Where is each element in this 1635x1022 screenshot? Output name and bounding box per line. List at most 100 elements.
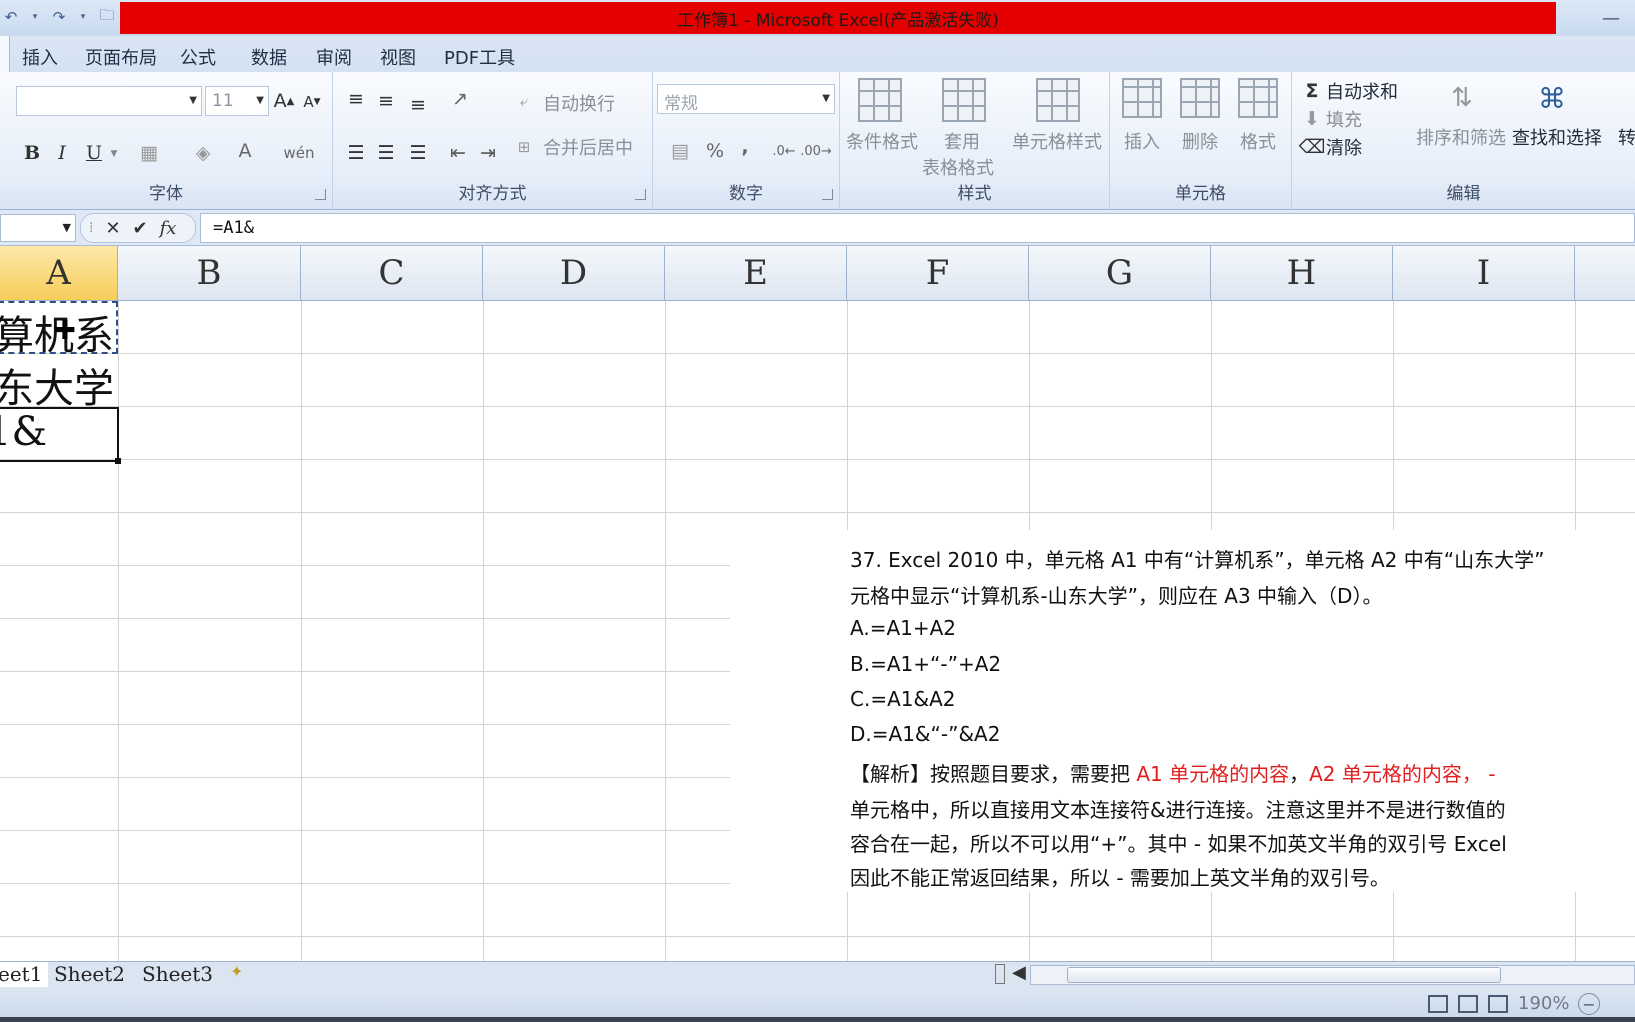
sheet-tab-2[interactable]: Sheet2	[48, 962, 131, 987]
number-group: 常规 ▼ ▤ % , .0← .00→ 数字	[653, 72, 840, 210]
decrease-indent-icon[interactable]: ⇤	[445, 138, 471, 168]
tab-home-edge[interactable]	[0, 36, 10, 74]
undo-icon[interactable]: ↶	[0, 6, 22, 28]
open-folder-icon[interactable]: 🗀	[96, 6, 118, 28]
convert-button[interactable]: 转	[1618, 124, 1635, 150]
redo-icon[interactable]: ↷	[48, 6, 70, 28]
increase-indent-icon[interactable]: ⇥	[475, 138, 501, 168]
name-box-dropdown-icon[interactable]: ▼	[63, 221, 71, 234]
enter-icon[interactable]: ✔	[133, 218, 148, 239]
horizontal-scroll-thumb[interactable]	[1067, 967, 1501, 983]
cell-a2[interactable]: 东大学	[0, 356, 114, 414]
column-header-j[interactable]	[1575, 246, 1635, 301]
tab-view[interactable]: 视图	[380, 44, 416, 70]
sort-filter-button[interactable]: 排序和筛选	[1416, 124, 1506, 150]
quick-access-toolbar: ↶ ▾ ↷ ▾ 🗀 ▾	[0, 4, 138, 30]
font-dialog-launcher-icon[interactable]	[315, 189, 326, 200]
format-as-table-button-line1[interactable]: 套用	[944, 128, 980, 154]
name-box[interactable]: ▼	[0, 214, 76, 242]
align-center-icon[interactable]: ☰	[373, 138, 399, 168]
wrap-text-icon[interactable]: ⤶	[513, 90, 535, 112]
align-right-icon[interactable]: ☰	[405, 138, 431, 168]
cell-styles-button[interactable]: 单元格样式	[1012, 128, 1102, 154]
fill-button[interactable]: 填充	[1326, 106, 1362, 132]
find-select-button[interactable]: 查找和选择	[1512, 124, 1602, 150]
cells-group-label: 单元格	[1175, 184, 1226, 204]
format-as-table-button-line2[interactable]: 表格格式	[922, 154, 994, 180]
autosum-button[interactable]: 自动求和	[1326, 78, 1398, 104]
editing-group: Σ 自动求和 ⬇ 填充 ⌫ 清除 ⇅ 排序和筛选 ⌘ 查找和选择 转 编辑	[1292, 72, 1635, 210]
merge-center-button[interactable]: 合并后居中	[543, 134, 633, 160]
formula-input[interactable]: =A1&	[200, 213, 1635, 243]
underline-button[interactable]: U	[82, 138, 106, 168]
align-middle-icon[interactable]: ≡	[373, 88, 399, 114]
minimize-button[interactable]: —	[1591, 6, 1631, 30]
tab-data[interactable]: 数据	[251, 44, 287, 70]
cancel-icon[interactable]: ✕	[105, 218, 120, 239]
shrink-font-icon[interactable]: A ▼	[300, 88, 324, 116]
font-name-select[interactable]: ▼	[16, 86, 202, 116]
underline-dropdown-icon[interactable]: ▼	[108, 142, 120, 166]
align-top-icon[interactable]: ≡	[343, 86, 369, 112]
border-icon[interactable]: ▦	[136, 138, 162, 168]
column-header-b[interactable]: B	[118, 246, 301, 301]
fill-handle[interactable]	[115, 458, 121, 464]
phonetic-guide-icon[interactable]: wén	[282, 136, 316, 170]
number-dialog-launcher-icon[interactable]	[822, 189, 833, 200]
horizontal-scrollbar[interactable]	[1030, 965, 1635, 985]
column-header-g[interactable]: G	[1029, 246, 1211, 301]
percent-style-button[interactable]: %	[703, 136, 727, 166]
delete-cells-button[interactable]: 删除	[1182, 128, 1218, 154]
tab-page-layout[interactable]: 页面布局	[85, 44, 157, 70]
wrap-text-button[interactable]: 自动换行	[543, 90, 615, 116]
orientation-icon[interactable]: ↗	[445, 86, 475, 112]
sheet-tab-3[interactable]: Sheet3	[136, 962, 219, 987]
align-bottom-icon[interactable]: ≡	[405, 92, 431, 118]
font-size-select[interactable]: 11 ▼	[205, 86, 269, 116]
eraser-icon: ⌫	[1298, 136, 1326, 158]
bold-button[interactable]: B	[20, 138, 44, 168]
grow-font-icon[interactable]: A ▲	[272, 86, 296, 116]
insert-function-button[interactable]: fx	[160, 218, 177, 239]
page-layout-view-icon[interactable]	[1458, 995, 1478, 1013]
comma-style-button[interactable]: ,	[733, 132, 757, 162]
column-header-c[interactable]: C	[301, 246, 483, 301]
option-c: C.=A1&A2	[850, 687, 956, 711]
column-header-d[interactable]: D	[483, 246, 665, 301]
tab-formulas[interactable]: 公式	[180, 44, 216, 70]
zoom-level[interactable]: 190%	[1518, 993, 1569, 1014]
tab-review[interactable]: 审阅	[316, 44, 352, 70]
column-header-i[interactable]: I	[1393, 246, 1575, 301]
tab-split-handle[interactable]	[995, 964, 1005, 984]
undo-dropdown-icon[interactable]: ▾	[28, 6, 42, 28]
fill-color-icon[interactable]: ◈	[190, 138, 216, 168]
tab-pdf-tools[interactable]: PDF工具	[444, 44, 515, 70]
alignment-dialog-launcher-icon[interactable]	[635, 189, 646, 200]
normal-view-icon[interactable]	[1428, 995, 1448, 1013]
option-b: B.=A1+“-”+A2	[850, 652, 1002, 676]
sheet-tab-1[interactable]: eet1	[0, 962, 49, 987]
column-header-f[interactable]: F	[847, 246, 1029, 301]
column-header-h[interactable]: H	[1211, 246, 1393, 301]
column-header-a[interactable]: A	[0, 246, 118, 301]
question-line-1: 37. Excel 2010 中，单元格 A1 中有“计算机系”，单元格 A2 …	[850, 548, 1545, 572]
format-cells-button[interactable]: 格式	[1240, 128, 1276, 154]
clear-button[interactable]: 清除	[1326, 134, 1362, 160]
column-header-e[interactable]: E	[665, 246, 847, 301]
tab-insert[interactable]: 插入	[22, 44, 58, 70]
page-break-view-icon[interactable]	[1488, 995, 1508, 1013]
number-format-select[interactable]: 常规 ▼	[657, 84, 835, 114]
increase-decimal-icon[interactable]: .0←	[771, 136, 797, 166]
scroll-left-icon[interactable]: ◀	[1012, 962, 1026, 983]
italic-button[interactable]: I	[50, 138, 74, 168]
zoom-out-icon[interactable]: −	[1578, 993, 1600, 1015]
conditional-formatting-button[interactable]: 条件格式	[846, 128, 918, 154]
align-left-icon[interactable]: ☰	[343, 138, 369, 168]
insert-sheet-icon[interactable]: ✦	[224, 962, 249, 987]
merge-center-icon[interactable]: ⊞	[513, 136, 535, 158]
redo-dropdown-icon[interactable]: ▾	[76, 6, 90, 28]
decrease-decimal-icon[interactable]: .00→	[800, 136, 832, 166]
font-color-icon[interactable]: A	[232, 136, 258, 166]
insert-cells-button[interactable]: 插入	[1124, 128, 1160, 154]
accounting-format-icon[interactable]: ▤	[663, 136, 697, 166]
